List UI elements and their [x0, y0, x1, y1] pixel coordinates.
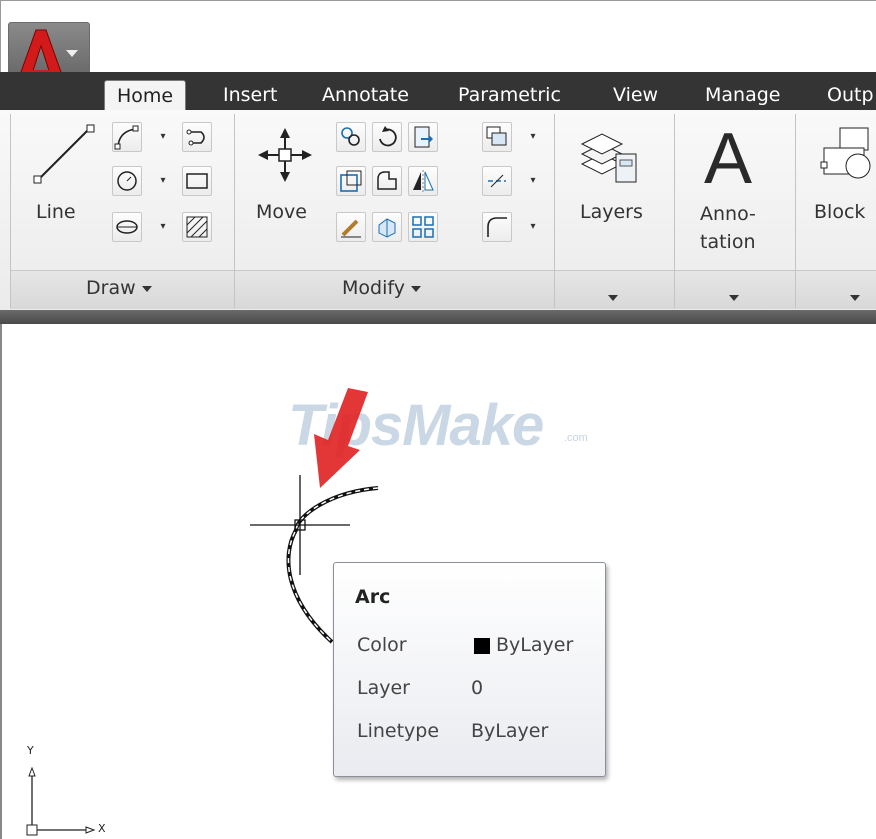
ribbon-bottom-bar: [0, 310, 876, 324]
layers-panel-chevron-down-icon[interactable]: [608, 287, 618, 306]
rectangular-array-icon[interactable]: [408, 212, 438, 242]
array-overlap-icon[interactable]: [482, 122, 512, 152]
annotation-icon[interactable]: A: [704, 118, 752, 200]
panel-separator: [795, 114, 796, 308]
fillet-tool-icon[interactable]: [482, 212, 512, 242]
explode-tool-icon[interactable]: [372, 212, 402, 242]
tooltip-linetype-value: ByLayer: [471, 720, 549, 742]
layers-label: Layers: [580, 201, 643, 223]
ellipse-dropdown-icon[interactable]: ▾: [158, 212, 168, 242]
break-tool-icon[interactable]: [482, 166, 512, 196]
mirror-tool-icon[interactable]: [408, 166, 438, 196]
tab-home[interactable]: Home: [104, 80, 187, 112]
panel-separator: [234, 114, 235, 308]
annotation-label-line1: Anno-: [700, 203, 756, 225]
trim-tool-icon[interactable]: [408, 122, 438, 152]
ucs-icon: [26, 766, 96, 836]
annotation-label-line2: tation: [700, 231, 756, 253]
match-properties-icon[interactable]: [336, 212, 366, 242]
tab-parametric[interactable]: Parametric: [458, 80, 561, 110]
draw-panel-label[interactable]: Draw: [86, 277, 152, 299]
color-swatch: [474, 638, 490, 654]
panel-separator: [554, 114, 555, 308]
tooltip-title: Arc: [355, 586, 391, 608]
tab-annotate[interactable]: Annotate: [322, 80, 409, 110]
tooltip-linetype-key: Linetype: [357, 720, 440, 742]
spline-tool-icon[interactable]: [182, 122, 212, 152]
polyline-dropdown-icon[interactable]: ▾: [158, 122, 168, 152]
scale-tool-icon[interactable]: [336, 166, 366, 196]
ellipse-tool-icon[interactable]: [112, 212, 142, 242]
circle-tool-icon[interactable]: [112, 166, 142, 196]
block-label: Block: [814, 201, 866, 223]
panel-separator: [674, 114, 675, 308]
break-dropdown-icon[interactable]: ▾: [528, 166, 538, 196]
stretch-tool-icon[interactable]: [372, 166, 402, 196]
tab-view[interactable]: View: [613, 80, 658, 110]
rectangle-tool-icon[interactable]: [182, 166, 212, 196]
line-tool-icon[interactable]: [30, 122, 98, 188]
tab-output[interactable]: Outp: [827, 80, 874, 110]
copy-tool-icon[interactable]: [336, 122, 366, 152]
move-tool-icon[interactable]: [256, 126, 314, 184]
ucs-y-label: Y: [27, 744, 34, 757]
annotation-panel-chevron-down-icon[interactable]: [729, 287, 739, 306]
line-tool-label: Line: [36, 201, 76, 223]
watermark-domain: .com: [564, 432, 588, 444]
tab-insert[interactable]: Insert: [223, 80, 278, 110]
ribbon-left-edge: [10, 114, 11, 308]
tooltip-color-key: Color: [357, 634, 407, 656]
tooltip-layer-key: Layer: [357, 677, 410, 699]
move-tool-label: Move: [256, 201, 307, 223]
block-panel-chevron-down-icon[interactable]: [850, 287, 860, 306]
block-icon[interactable]: [818, 124, 876, 184]
hatch-tool-icon[interactable]: [182, 212, 212, 242]
modify-panel-label[interactable]: Modify: [342, 277, 421, 299]
fillet-dropdown-icon[interactable]: ▾: [528, 212, 538, 242]
tooltip-color-value: ByLayer: [496, 634, 574, 656]
polyline-tool-icon[interactable]: [112, 122, 142, 152]
tab-manage[interactable]: Manage: [705, 80, 780, 110]
circle-dropdown-icon[interactable]: ▾: [158, 166, 168, 196]
red-arrow-pointer-icon: [314, 388, 368, 488]
app-menu-chevron-down-icon: [66, 50, 78, 57]
layers-icon[interactable]: [578, 130, 642, 186]
rotate-tool-icon[interactable]: [372, 122, 402, 152]
tooltip-layer-value: 0: [471, 677, 484, 699]
array-dropdown-icon[interactable]: ▾: [528, 122, 538, 152]
ucs-x-label: X: [98, 822, 106, 835]
title-bar: [0, 0, 876, 72]
